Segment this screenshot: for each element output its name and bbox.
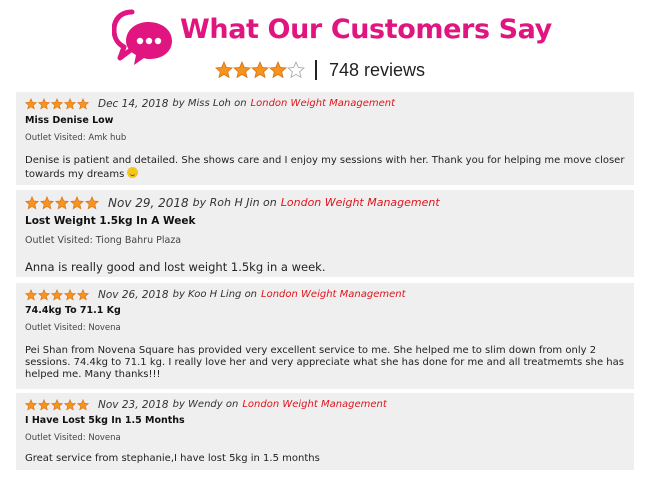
star-icon bbox=[38, 398, 50, 411]
review-meta: Nov 23, 2018 by Wendy on London Weight M… bbox=[25, 393, 625, 415]
star-icon bbox=[77, 398, 89, 411]
review-title: 74.4kg To 71.1 Kg bbox=[25, 305, 121, 316]
review-meta: Nov 29, 2018 by Roh H Jin on London Weig… bbox=[25, 190, 625, 214]
review-date: Nov 29, 2018 bbox=[108, 195, 189, 210]
aggregate-stars bbox=[215, 61, 305, 79]
outlet-visited: Outlet Visited: Amk hub bbox=[25, 133, 127, 143]
star-icon bbox=[38, 288, 50, 301]
star-icon bbox=[25, 97, 37, 110]
outlet-link[interactable]: London Weight Management bbox=[281, 196, 440, 209]
outlet-visited: Outlet Visited: Novena bbox=[25, 433, 121, 443]
outlet-link[interactable]: London Weight Management bbox=[242, 399, 387, 410]
header: What Our Customers Say 748 reviews bbox=[0, 0, 650, 90]
divider bbox=[315, 60, 317, 80]
review-body: Great service from stephanie,I have lost… bbox=[25, 453, 320, 464]
star-icon bbox=[51, 288, 63, 301]
star-icon bbox=[70, 195, 84, 209]
star-icon bbox=[51, 97, 63, 110]
star-icon bbox=[25, 288, 37, 301]
review-count[interactable]: 748 reviews bbox=[329, 60, 425, 81]
review-title: I Have Lost 5kg In 1.5 Months bbox=[25, 415, 185, 426]
review-date: Nov 23, 2018 bbox=[98, 398, 169, 411]
star-icon bbox=[85, 195, 99, 209]
star-icon bbox=[77, 288, 89, 301]
review-card: Dec 14, 2018 by Miss Loh on London Weigh… bbox=[16, 92, 634, 185]
review-author: by Miss Loh on bbox=[172, 98, 247, 109]
star-icon bbox=[25, 195, 39, 209]
star-icon bbox=[64, 398, 76, 411]
star-icon bbox=[269, 61, 287, 79]
smiley-icon bbox=[127, 167, 139, 178]
star-icon bbox=[77, 97, 89, 110]
outlet-visited: Outlet Visited: Tiong Bahru Plaza bbox=[25, 235, 182, 246]
star-icon bbox=[233, 61, 251, 79]
star-icon bbox=[55, 195, 69, 209]
star-icon bbox=[40, 195, 54, 209]
star-icon bbox=[38, 97, 50, 110]
review-stars bbox=[25, 398, 90, 411]
review-body: Denise is patient and detailed. She show… bbox=[25, 154, 625, 181]
review-stars bbox=[25, 288, 90, 301]
review-meta: Dec 14, 2018 by Miss Loh on London Weigh… bbox=[25, 92, 625, 114]
outlet-link[interactable]: London Weight Management bbox=[251, 98, 396, 109]
star-icon bbox=[215, 61, 233, 79]
review-text: Denise is patient and detailed. She show… bbox=[25, 155, 625, 180]
review-body: Anna is really good and lost weight 1.5k… bbox=[25, 260, 326, 274]
review-author: by Wendy on bbox=[172, 399, 239, 410]
review-meta: Nov 26, 2018 by Koo H Ling on London Wei… bbox=[25, 283, 625, 305]
review-date: Nov 26, 2018 bbox=[98, 288, 169, 301]
speech-bubbles-icon bbox=[112, 9, 172, 65]
review-author: by Roh H Jin on bbox=[192, 196, 277, 209]
review-body: Pei Shan from Novena Square has provided… bbox=[25, 345, 624, 380]
page-title: What Our Customers Say bbox=[180, 14, 552, 45]
review-title: Lost Weight 1.5kg In A Week bbox=[25, 215, 196, 227]
review-author: by Koo H Ling on bbox=[172, 289, 258, 300]
star-icon bbox=[64, 97, 76, 110]
review-card: Nov 26, 2018 by Koo H Ling on London Wei… bbox=[16, 283, 634, 389]
review-title: Miss Denise Low bbox=[25, 115, 114, 126]
outlet-visited: Outlet Visited: Novena bbox=[25, 323, 121, 333]
star-icon bbox=[51, 398, 63, 411]
star-icon bbox=[251, 61, 269, 79]
empty-star-icon bbox=[287, 61, 305, 79]
review-stars bbox=[25, 195, 100, 210]
review-date: Dec 14, 2018 bbox=[98, 97, 169, 110]
star-icon bbox=[64, 288, 76, 301]
review-card: Nov 29, 2018 by Roh H Jin on London Weig… bbox=[16, 190, 634, 277]
review-card: Nov 23, 2018 by Wendy on London Weight M… bbox=[16, 393, 634, 470]
outlet-link[interactable]: London Weight Management bbox=[261, 289, 406, 300]
aggregate-rating: 748 reviews bbox=[215, 56, 425, 84]
review-stars bbox=[25, 97, 90, 110]
star-icon bbox=[25, 398, 37, 411]
